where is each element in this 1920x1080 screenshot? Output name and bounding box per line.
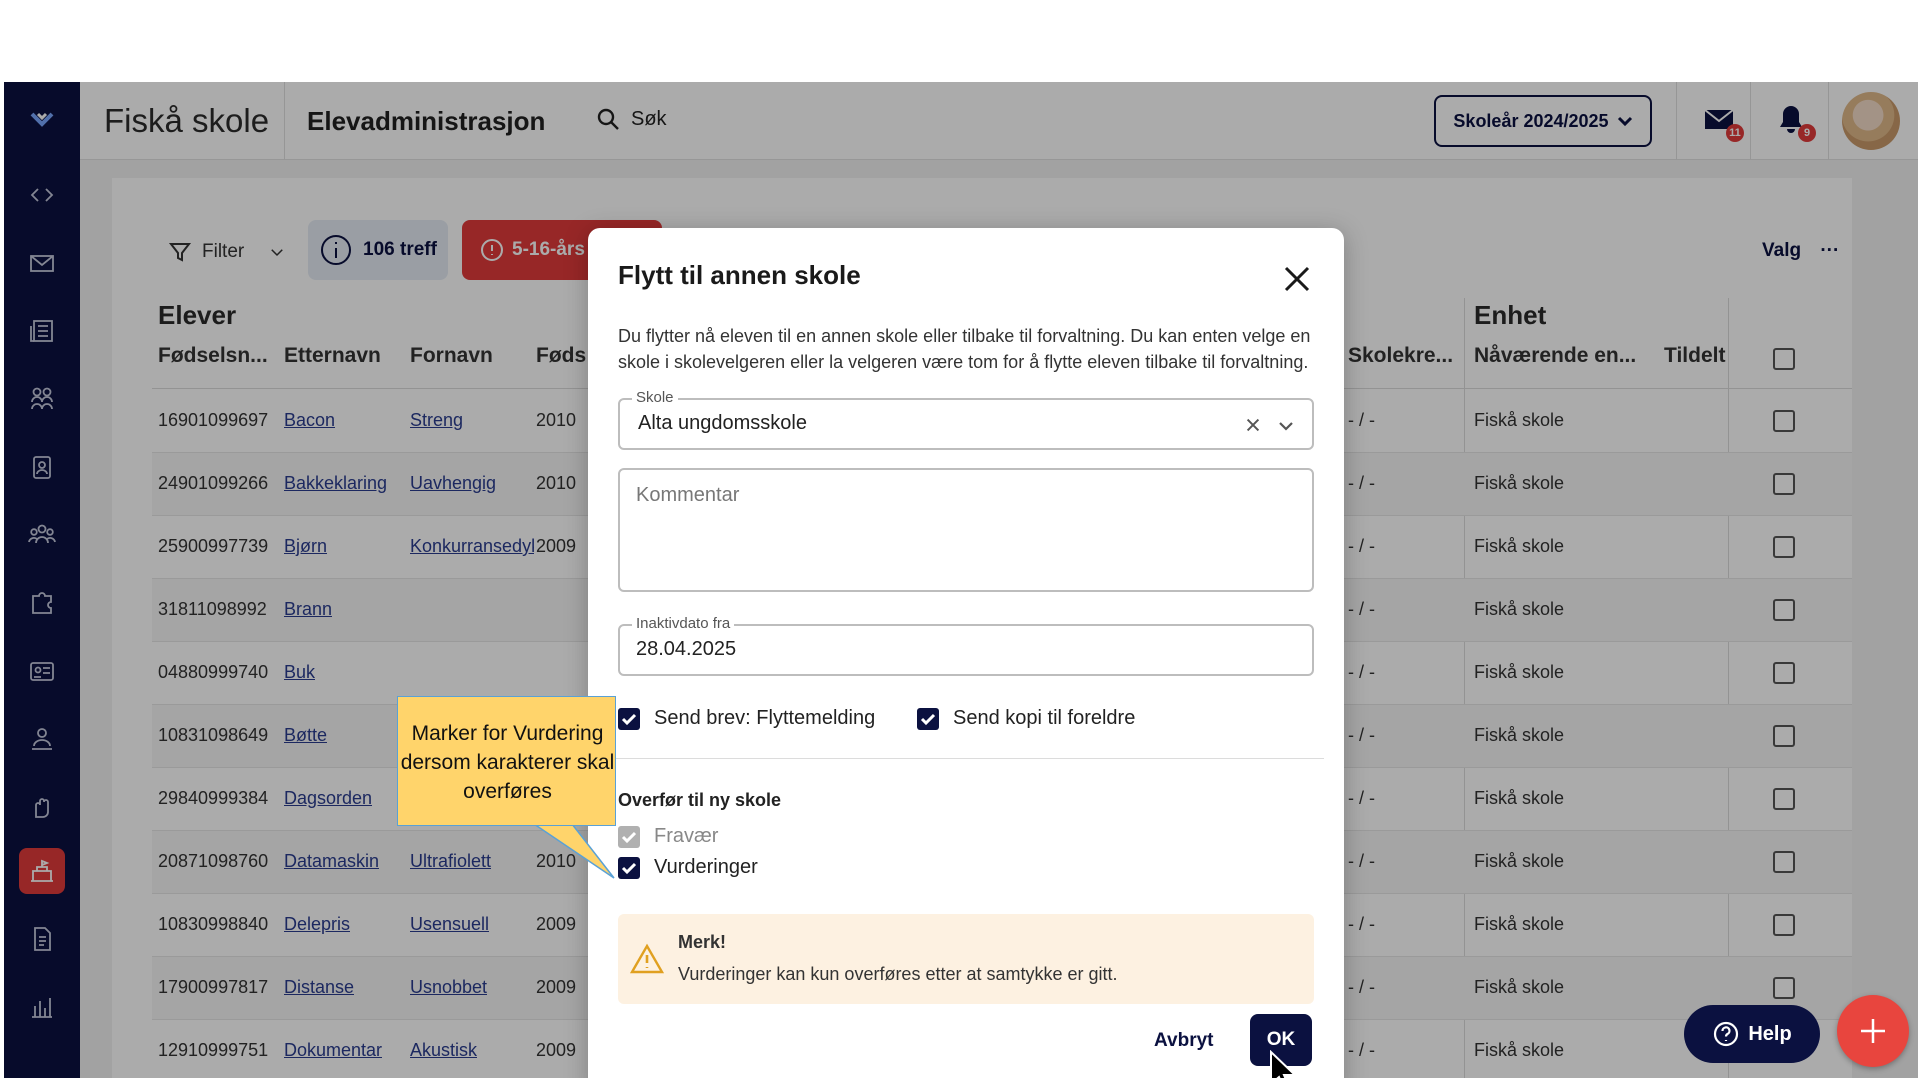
- check-icon: [621, 713, 637, 725]
- warning-title: Merk!: [678, 932, 727, 952]
- dialog-description: Du flytter nå eleven til en annen skole …: [618, 326, 1311, 372]
- school-label: Skole: [632, 389, 678, 406]
- transfer-heading: Overfør til ny skole: [618, 790, 782, 810]
- plus-icon: [1861, 1019, 1885, 1043]
- help-button[interactable]: Help: [1684, 1005, 1820, 1063]
- send-letter-label: Send brev: Flyttemelding: [654, 707, 876, 729]
- app-window: Fiskå skole Elevadministrasjon Søk Skole…: [4, 82, 1918, 1078]
- school-select[interactable]: Skole Alta ungdomsskole: [618, 389, 1314, 450]
- absence-label: Fravær: [654, 825, 719, 847]
- check-icon: [920, 713, 936, 725]
- send-copy-checkbox[interactable]: Send kopi til foreldre: [917, 707, 1135, 730]
- mouse-cursor-icon: [1270, 1050, 1297, 1078]
- send-copy-label: Send kopi til foreldre: [953, 707, 1136, 729]
- comment-placeholder: Kommentar: [636, 484, 740, 506]
- tutorial-callout: Marker for Vurdering dersom karakterer s…: [397, 696, 616, 826]
- clear-icon[interactable]: [1244, 416, 1262, 434]
- close-icon: [1284, 266, 1310, 292]
- assessments-label: Vurderinger: [654, 856, 758, 878]
- close-button[interactable]: [1280, 262, 1314, 296]
- question-icon: [1714, 1021, 1739, 1047]
- comment-field[interactable]: Kommentar: [618, 468, 1314, 592]
- help-label: Help: [1748, 1022, 1792, 1045]
- send-letter-checkbox[interactable]: Send brev: Flyttemelding: [618, 707, 875, 730]
- dialog-divider: [608, 758, 1324, 759]
- school-value: Alta ungdomsskole: [638, 412, 807, 434]
- inactive-date-label: Inaktivdato fra: [632, 615, 735, 632]
- warning-icon: [630, 943, 664, 974]
- dialog-title: Flytt til annen skole: [618, 260, 861, 290]
- checkbox-checked: [917, 707, 939, 730]
- assessments-checkbox[interactable]: Vurderinger: [618, 856, 758, 879]
- cancel-button[interactable]: Avbryt: [1154, 1030, 1213, 1052]
- chevron-down-icon[interactable]: [1276, 416, 1296, 436]
- callout-pointer: [534, 824, 615, 879]
- absence-checkbox: Fravær: [618, 825, 718, 848]
- warning-text: Vurderinger kan kun overføres etter at s…: [678, 964, 1118, 984]
- screenshot: Fiskå skole Elevadministrasjon Søk Skole…: [0, 0, 1920, 1080]
- inactive-date-field[interactable]: Inaktivdato fra 28.04.2025: [618, 615, 1314, 676]
- warning-box: Merk! Vurderinger kan kun overføres ette…: [618, 914, 1314, 1004]
- inactive-date-value: 28.04.2025: [636, 638, 737, 660]
- callout-text: Marker for Vurdering dersom karakterer s…: [400, 722, 615, 803]
- move-school-dialog: Flytt til annen skole Du flytter nå elev…: [588, 228, 1344, 1078]
- checkbox-checked: [618, 707, 640, 730]
- add-button[interactable]: [1837, 995, 1909, 1067]
